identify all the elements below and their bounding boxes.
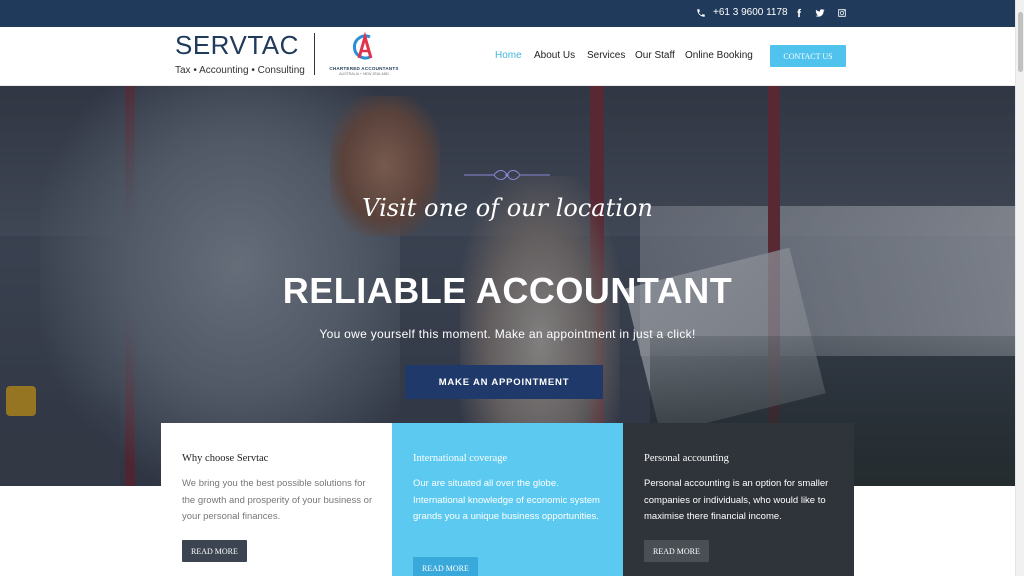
partner-logo-sub: AUSTRALIA + NEW ZEALAND: [339, 72, 389, 76]
facebook-icon[interactable]: [793, 7, 805, 19]
logo-divider: [314, 33, 315, 75]
contact-us-button[interactable]: CONTACT US: [770, 45, 846, 67]
ca-emblem-icon: [352, 31, 373, 60]
feature-card-why-choose: Why choose Servtac We bring you the best…: [161, 423, 392, 576]
site-header: SERVTAC Tax • Accounting • Consulting CH…: [0, 27, 1015, 86]
hero-headline: RELIABLE ACCOUNTANT: [282, 270, 733, 311]
nav-services[interactable]: Services: [587, 50, 625, 61]
make-appointment-button[interactable]: MAKE AN APPOINTMENT: [405, 365, 603, 399]
logo-tagline: Tax • Accounting • Consulting: [175, 65, 305, 76]
read-more-button[interactable]: READ MORE: [182, 540, 247, 562]
phone-icon: [697, 8, 705, 17]
hero-subline: You owe yourself this moment. Make an ap…: [319, 327, 696, 341]
nav-about-us[interactable]: About Us: [534, 50, 575, 61]
feature-card-personal-accounting: Personal accounting Personal accounting …: [623, 423, 854, 576]
nav-online-booking[interactable]: Online Booking: [685, 50, 753, 61]
card-body: Personal accounting is an option for sma…: [644, 478, 829, 522]
top-bar: +61 3 9600 1178: [0, 0, 1015, 27]
read-more-button[interactable]: READ MORE: [644, 540, 709, 562]
partner-logo-name: CHARTERED ACCOUNTANTS: [329, 66, 399, 71]
card-body: We bring you the best possible solutions…: [182, 478, 373, 522]
read-more-button[interactable]: READ MORE: [413, 557, 478, 576]
twitter-icon[interactable]: [814, 7, 826, 19]
servtac-logo[interactable]: SERVTAC: [175, 30, 299, 61]
card-title: Why choose Servtac: [182, 453, 269, 464]
feature-card-international: International coverage Our are situated …: [392, 423, 623, 576]
instagram-icon[interactable]: [836, 7, 848, 19]
ornament-divider-icon: [464, 170, 550, 180]
hero-script-text: Visit one of our location: [362, 194, 653, 222]
scrollbar-thumb[interactable]: [1018, 12, 1023, 72]
phone-contact[interactable]: +61 3 9600 1178: [696, 7, 788, 18]
nav-home[interactable]: Home: [495, 50, 522, 61]
page-scrollbar[interactable]: [1015, 0, 1024, 576]
card-title: Personal accounting: [644, 453, 729, 464]
nav-our-staff[interactable]: Our Staff: [635, 50, 675, 61]
chartered-accountants-logo: CHARTERED ACCOUNTANTS AUSTRALIA + NEW ZE…: [326, 31, 402, 81]
card-title: International coverage: [413, 453, 508, 464]
phone-number: +61 3 9600 1178: [713, 7, 788, 18]
card-body: Our are situated all over the globe. Int…: [413, 478, 600, 522]
